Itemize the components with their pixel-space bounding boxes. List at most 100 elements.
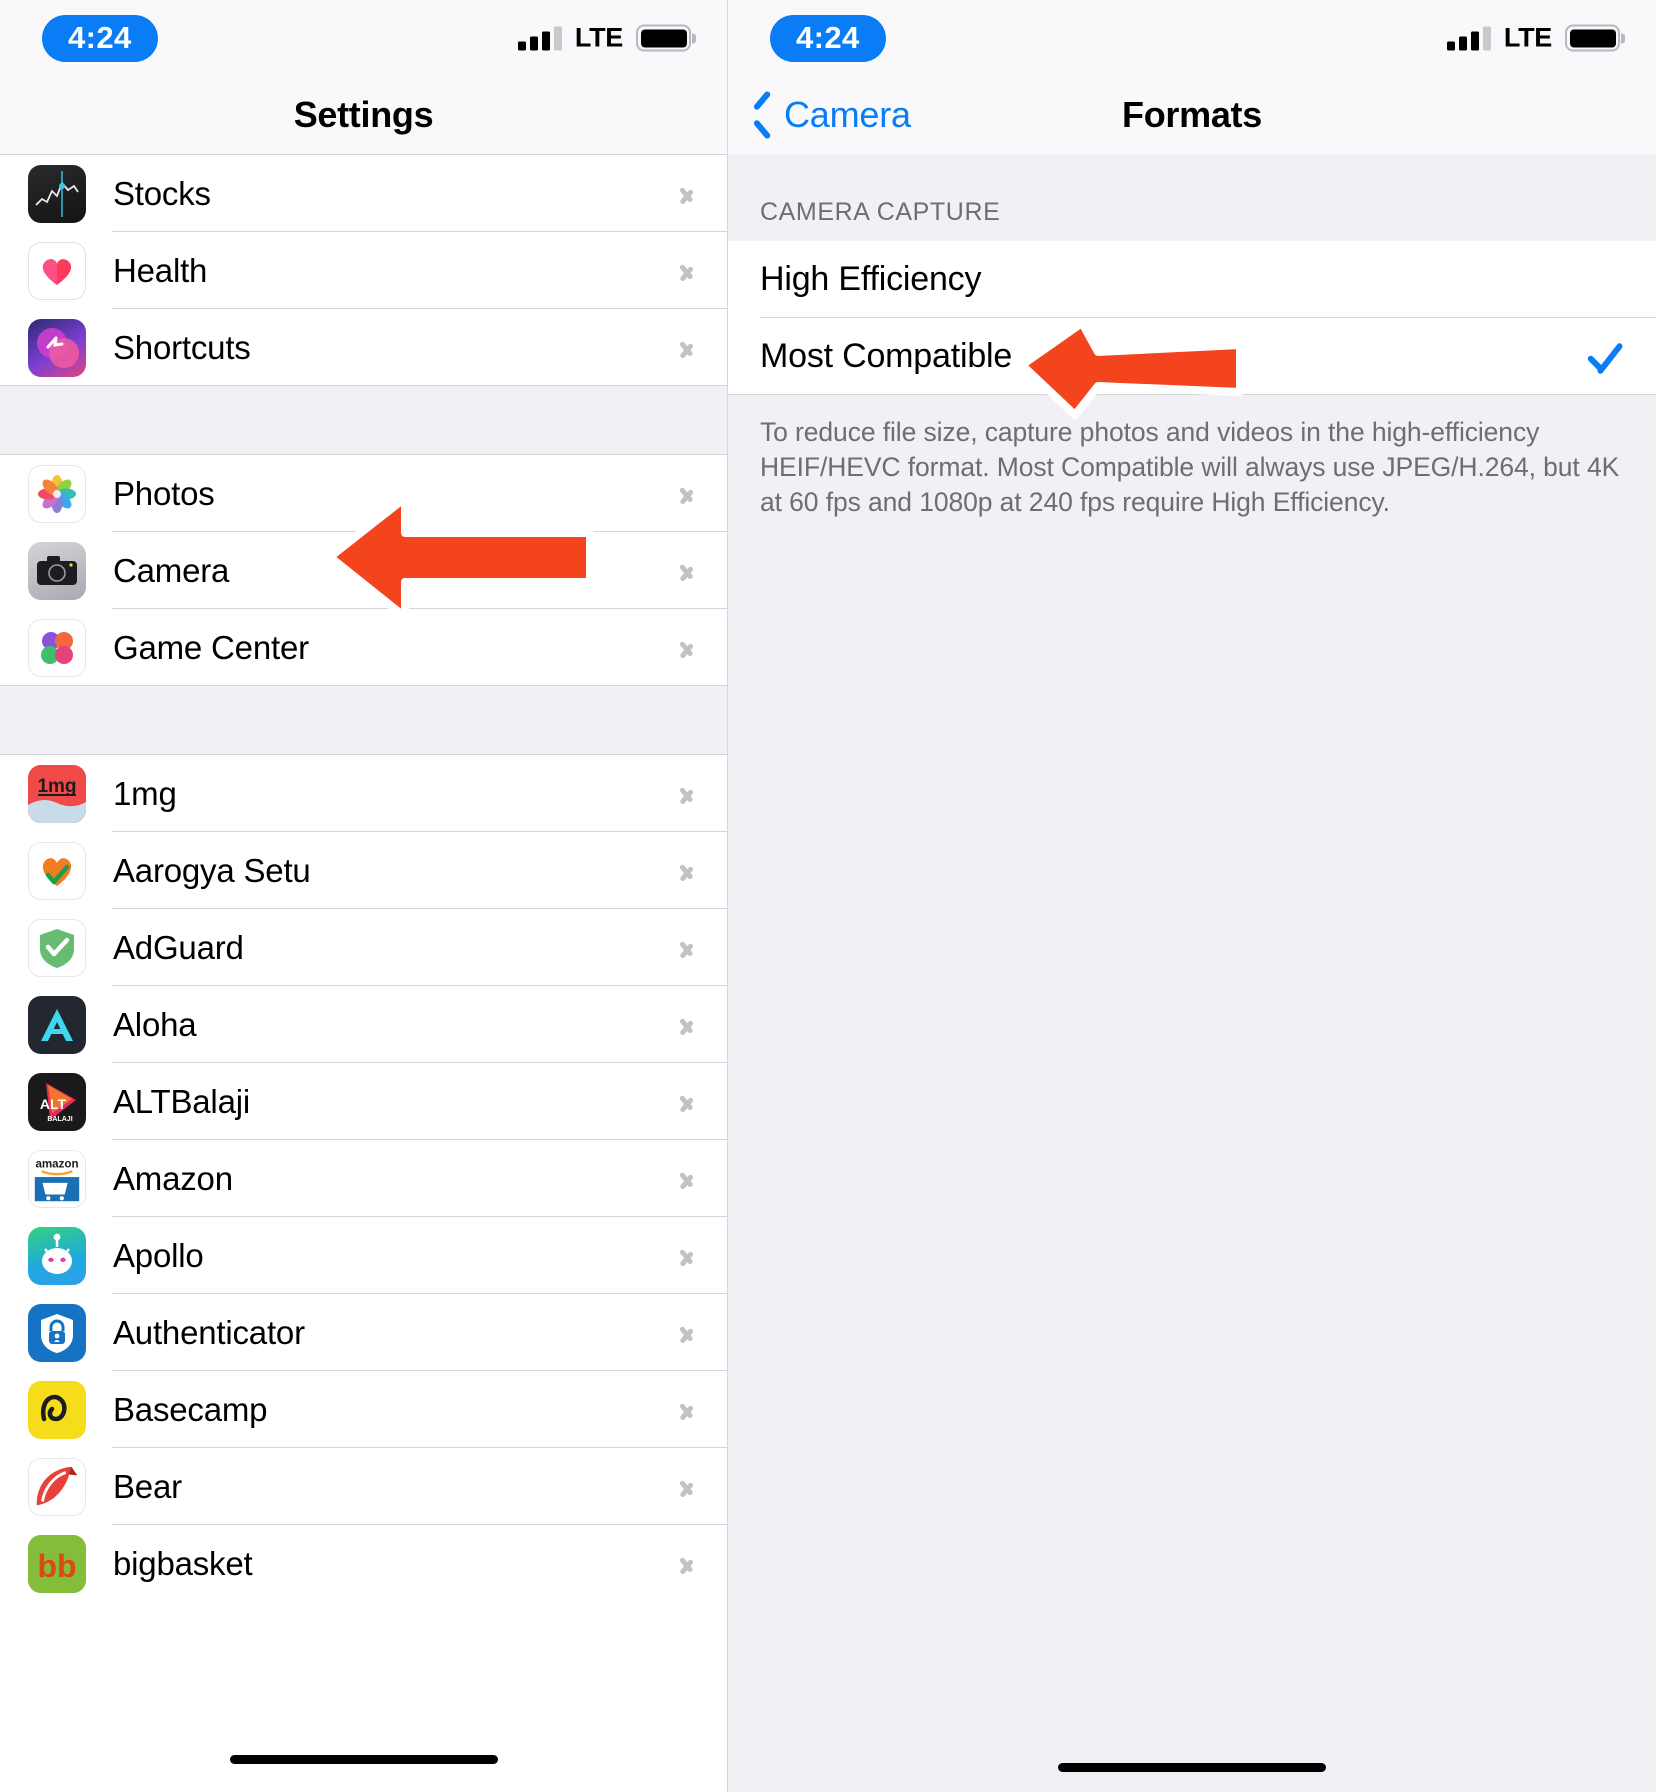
- home-indicator-right: [1058, 1763, 1326, 1772]
- adguard-app-icon: [28, 918, 86, 977]
- list-group-media-apps: Photos Camera Game Center: [0, 454, 727, 686]
- settings-row-basecamp[interactable]: Basecamp: [0, 1371, 727, 1448]
- chevron-right-icon: [679, 257, 695, 285]
- apollo-app-icon: [28, 1226, 86, 1285]
- status-bar-left: 4:24 LTE: [0, 0, 727, 76]
- settings-row-aloha[interactable]: Aloha: [0, 986, 727, 1063]
- status-indicators-left: LTE: [517, 22, 691, 54]
- settings-screen: 4:24 LTE Settings Stocks Health Shortcut…: [0, 0, 728, 1792]
- battery-icon: [636, 24, 691, 52]
- settings-row-label: Photos: [113, 474, 215, 512]
- settings-row-label: ALTBalaji: [113, 1082, 250, 1120]
- chevron-right-icon: [679, 857, 695, 885]
- settings-row-label: Amazon: [113, 1159, 233, 1197]
- settings-row-authenticator[interactable]: Authenticator: [0, 1294, 727, 1371]
- bigbasket-app-icon: bb: [28, 1534, 86, 1593]
- chevron-right-icon: [679, 1242, 695, 1270]
- chevron-right-icon: [679, 1319, 695, 1347]
- settings-row-aarogya-setu[interactable]: Aarogya Setu: [0, 832, 727, 909]
- chevron-left-icon: [752, 96, 774, 134]
- settings-row-bear[interactable]: Bear: [0, 1448, 727, 1525]
- chevron-right-icon: [679, 334, 695, 362]
- amazon-app-icon: amazon: [28, 1149, 86, 1208]
- settings-row-shortcuts[interactable]: Shortcuts: [0, 309, 727, 386]
- onemg-app-icon: 1mg: [28, 764, 86, 823]
- chevron-right-icon: [679, 1165, 695, 1193]
- basecamp-app-icon: [28, 1380, 86, 1439]
- list-group-system-apps: Stocks Health Shortcuts: [0, 154, 727, 386]
- settings-row-label: Game Center: [113, 628, 309, 666]
- svg-text:1mg: 1mg: [37, 776, 76, 797]
- settings-row-label: Health: [113, 251, 208, 289]
- settings-row-altbalaji[interactable]: ALT BALAJI ALTBalaji: [0, 1063, 727, 1140]
- health-app-icon: [28, 241, 86, 300]
- option-row-most-compatible[interactable]: Most Compatible: [728, 318, 1656, 395]
- settings-row-adguard[interactable]: AdGuard: [0, 909, 727, 986]
- aloha-app-icon: [28, 995, 86, 1054]
- stocks-app-icon: [28, 164, 86, 223]
- altbalaji-app-icon: ALT BALAJI: [28, 1072, 86, 1131]
- settings-row-label: Authenticator: [113, 1313, 305, 1351]
- settings-row-stocks[interactable]: Stocks: [0, 155, 727, 232]
- dual-screenshot-container: 4:24 LTE Settings Stocks Health Shortcut…: [0, 0, 1656, 1792]
- formats-list: CAMERA CAPTURE High Efficiency Most Comp…: [728, 154, 1656, 1792]
- bear-app-icon: [28, 1457, 86, 1516]
- settings-row-apollo[interactable]: Apollo: [0, 1217, 727, 1294]
- status-time: 4:24: [770, 14, 886, 62]
- settings-row-label: Aarogya Setu: [113, 851, 311, 889]
- settings-row-health[interactable]: Health: [0, 232, 727, 309]
- settings-row-label: Shortcuts: [113, 328, 251, 366]
- settings-row-camera[interactable]: Camera: [0, 532, 727, 609]
- back-button-label: Camera: [784, 94, 911, 135]
- svg-text:bb: bb: [37, 1548, 76, 1584]
- settings-row-1mg[interactable]: 1mg 1mg: [0, 755, 727, 832]
- section-header-camera-capture: CAMERA CAPTURE: [728, 154, 1656, 241]
- status-indicators-right: LTE: [1446, 22, 1620, 54]
- photos-app-icon: [28, 464, 86, 523]
- page-title: Formats: [1122, 94, 1262, 135]
- chevron-right-icon: [679, 480, 695, 508]
- option-row-high-efficiency[interactable]: High Efficiency: [728, 241, 1656, 318]
- list-group-divider: [0, 686, 727, 754]
- option-label: Most Compatible: [760, 337, 1013, 375]
- settings-row-bigbasket[interactable]: bb bigbasket: [0, 1525, 727, 1602]
- status-time: 4:24: [42, 14, 158, 62]
- svg-text:ALT: ALT: [40, 1096, 67, 1112]
- empty-area: [728, 560, 1656, 1792]
- settings-row-amazon[interactable]: amazon Amazon: [0, 1140, 727, 1217]
- settings-row-game-center[interactable]: Game Center: [0, 609, 727, 686]
- navigation-bar-left: Settings: [0, 76, 727, 154]
- carrier-label: LTE: [574, 22, 623, 53]
- chevron-right-icon: [679, 634, 695, 662]
- chevron-right-icon: [679, 180, 695, 208]
- page-title: Settings: [293, 94, 434, 135]
- status-bar-right: 4:24 LTE: [728, 0, 1656, 76]
- formats-footer-note: To reduce file size, capture photos and …: [728, 395, 1656, 561]
- settings-row-label: Camera: [113, 551, 230, 589]
- svg-text:amazon: amazon: [35, 1158, 78, 1170]
- home-indicator-left: [229, 1755, 498, 1764]
- settings-row-label: Aloha: [113, 1005, 197, 1043]
- chevron-right-icon: [679, 557, 695, 585]
- authenticator-app-icon: [28, 1303, 86, 1362]
- cellular-signal-icon: [517, 26, 562, 50]
- battery-icon: [1565, 24, 1620, 52]
- settings-row-label: 1mg: [113, 774, 177, 812]
- settings-row-photos[interactable]: Photos: [0, 455, 727, 532]
- option-label: High Efficiency: [760, 260, 982, 298]
- chevron-right-icon: [679, 780, 695, 808]
- chevron-right-icon: [679, 1088, 695, 1116]
- settings-row-label: AdGuard: [113, 928, 244, 966]
- list-group-thirdparty-apps: 1mg 1mg Aarogya Setu AdGuard Aloha ALT B…: [0, 754, 727, 1602]
- chevron-right-icon: [679, 1473, 695, 1501]
- settings-list[interactable]: Stocks Health Shortcuts Photos Camera Ga…: [0, 154, 727, 1602]
- settings-row-label: bigbasket: [113, 1544, 253, 1582]
- svg-text:BALAJI: BALAJI: [47, 1116, 72, 1123]
- chevron-right-icon: [679, 1396, 695, 1424]
- list-group-divider: [0, 386, 727, 454]
- settings-row-label: Apollo: [113, 1236, 204, 1274]
- settings-row-label: Basecamp: [113, 1390, 268, 1428]
- game-center-app-icon: [28, 618, 86, 677]
- carrier-label: LTE: [1503, 22, 1552, 53]
- back-button[interactable]: Camera: [752, 94, 911, 136]
